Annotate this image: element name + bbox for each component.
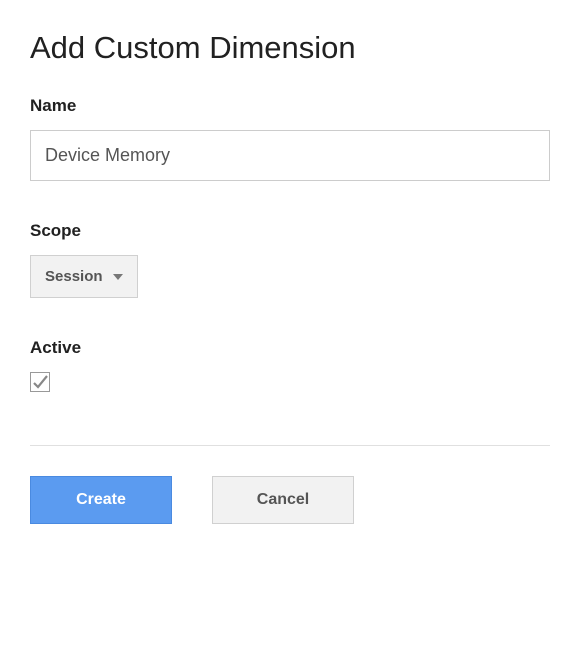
create-button[interactable]: Create	[30, 476, 172, 524]
active-field-group: Active	[30, 338, 550, 395]
check-icon	[32, 374, 48, 390]
active-checkbox[interactable]	[30, 372, 50, 392]
cancel-button[interactable]: Cancel	[212, 476, 354, 524]
chevron-down-icon	[113, 274, 123, 280]
name-input[interactable]	[30, 130, 550, 181]
active-label: Active	[30, 338, 550, 358]
scope-label: Scope	[30, 221, 550, 241]
scope-selected-value: Session	[45, 268, 103, 285]
name-label: Name	[30, 96, 550, 116]
scope-field-group: Scope Session	[30, 221, 550, 298]
scope-dropdown[interactable]: Session	[30, 255, 138, 298]
button-row: Create Cancel	[30, 476, 550, 524]
name-field-group: Name	[30, 96, 550, 181]
page-title: Add Custom Dimension	[30, 30, 550, 66]
divider	[30, 445, 550, 446]
